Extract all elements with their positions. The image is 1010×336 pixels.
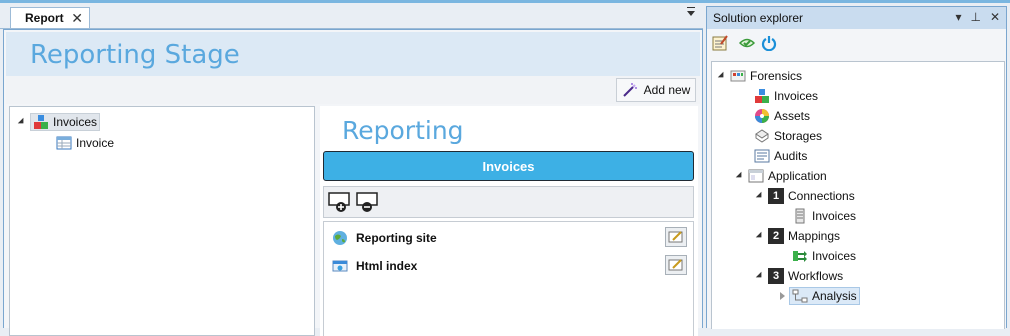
expanded-arrow-icon[interactable] bbox=[735, 171, 745, 181]
add-new-label: Add new bbox=[643, 83, 691, 97]
globe-icon bbox=[333, 231, 347, 245]
tab-list-dropdown-icon[interactable] bbox=[687, 7, 695, 16]
magic-wand-icon bbox=[622, 83, 637, 97]
eye-check-icon[interactable] bbox=[739, 35, 755, 51]
expanded-arrow-icon[interactable] bbox=[755, 271, 765, 281]
tree-node-label: Invoices bbox=[812, 209, 857, 223]
tab-report-label: Report bbox=[25, 11, 64, 25]
solution-tree[interactable]: Forensics Invoices Assets Storages Audit… bbox=[711, 61, 1005, 329]
tree-node-label: Forensics bbox=[750, 69, 803, 83]
panel-menu-icon[interactable]: ▾ bbox=[955, 10, 961, 24]
remove-output-icon[interactable] bbox=[356, 191, 380, 213]
tree-node-label: Invoices bbox=[53, 115, 98, 129]
power-icon[interactable] bbox=[761, 35, 777, 51]
tree-node-invoices[interactable]: Invoices bbox=[754, 87, 818, 105]
tree-node-mappings-invoices[interactable]: Invoices bbox=[792, 247, 856, 265]
list-item-label: Reporting site bbox=[356, 231, 437, 245]
tab-report[interactable]: Report ✕ bbox=[10, 7, 90, 28]
storage-icon bbox=[755, 129, 769, 143]
tree-node-label: Audits bbox=[774, 149, 808, 163]
stage-header: Reporting Stage bbox=[6, 32, 700, 76]
document-tabstrip: Report ✕ bbox=[0, 3, 703, 29]
section-title: Reporting bbox=[342, 116, 464, 145]
expanded-arrow-icon[interactable] bbox=[755, 231, 765, 241]
step-number-badge: 2 bbox=[768, 228, 784, 244]
solution-explorer-toolbar bbox=[707, 29, 1006, 59]
expanded-arrow-icon[interactable] bbox=[717, 71, 727, 81]
tree-node-label: Mappings bbox=[788, 229, 841, 243]
tree-node-connections[interactable]: 1 Connections bbox=[755, 187, 855, 205]
edit-button[interactable] bbox=[665, 227, 687, 247]
selected-item-bar[interactable]: Invoices bbox=[323, 151, 694, 181]
page-title: Reporting Stage bbox=[30, 40, 240, 70]
expanded-arrow-icon[interactable] bbox=[17, 117, 27, 127]
list-toolbar bbox=[323, 186, 694, 218]
reports-tree[interactable]: Invoices Invoice bbox=[9, 106, 315, 336]
tree-node-forensics[interactable]: Forensics bbox=[717, 67, 803, 85]
tree-node-application[interactable]: Application bbox=[735, 167, 827, 185]
list-item-label: Html index bbox=[356, 259, 418, 273]
tree-node-invoices[interactable]: Invoices bbox=[17, 113, 101, 131]
tree-node-label: Analysis bbox=[812, 289, 857, 303]
tree-node-label: Workflows bbox=[788, 269, 844, 283]
solution-explorer-panel: Solution explorer ▾ ⊥ ✕ Forensics Invoic… bbox=[706, 6, 1007, 329]
properties-icon[interactable] bbox=[712, 35, 728, 51]
table-icon bbox=[56, 136, 72, 150]
tree-node-mappings[interactable]: 2 Mappings bbox=[755, 227, 841, 245]
pin-icon[interactable]: ⊥ bbox=[970, 10, 980, 24]
panel-title: Solution explorer bbox=[713, 11, 804, 25]
expanded-arrow-icon[interactable] bbox=[755, 191, 765, 201]
output-list: Reporting site Html index bbox=[323, 221, 694, 336]
audit-log-icon bbox=[754, 149, 770, 163]
tree-node-invoices-selection[interactable]: Invoices bbox=[30, 113, 101, 131]
tree-node-audits[interactable]: Audits bbox=[754, 147, 807, 165]
tree-node-assets[interactable]: Assets bbox=[754, 107, 810, 125]
tree-node-label: Invoices bbox=[812, 249, 857, 263]
add-new-button[interactable]: Add new bbox=[616, 78, 696, 102]
step-number-badge: 1 bbox=[768, 188, 784, 204]
workflow-icon bbox=[792, 289, 808, 303]
stage-toolbar: Add new bbox=[6, 76, 700, 104]
tree-node-label: Assets bbox=[774, 109, 811, 123]
tree-node-storages[interactable]: Storages bbox=[754, 127, 822, 145]
tree-node-analysis[interactable]: Analysis bbox=[780, 287, 860, 305]
collapsed-arrow-icon[interactable] bbox=[780, 292, 785, 300]
report-document: Reporting Stage Add new Invoices Invoice… bbox=[3, 29, 703, 336]
html-page-icon bbox=[332, 260, 348, 272]
mapping-arrows-icon bbox=[793, 251, 807, 262]
tree-node-label: Application bbox=[768, 169, 827, 183]
tree-node-analysis-selection[interactable]: Analysis bbox=[789, 287, 860, 305]
tree-node-invoice[interactable]: Invoice bbox=[56, 134, 114, 152]
tree-node-label: Invoice bbox=[76, 136, 115, 150]
tree-node-workflows[interactable]: 3 Workflows bbox=[755, 267, 844, 285]
tree-node-label: Storages bbox=[774, 129, 823, 143]
close-icon[interactable]: ✕ bbox=[71, 10, 83, 27]
solution-explorer-titlebar: Solution explorer ▾ ⊥ ✕ bbox=[707, 7, 1006, 29]
reporting-panel: Reporting Invoices Reporting site Html i… bbox=[320, 106, 698, 336]
list-item-html-index[interactable]: Html index bbox=[332, 255, 687, 277]
edit-icon bbox=[668, 259, 683, 271]
list-item-reporting-site[interactable]: Reporting site bbox=[332, 227, 687, 249]
edit-icon bbox=[668, 231, 683, 243]
tree-node-label: Connections bbox=[788, 189, 855, 203]
colored-blocks-icon bbox=[755, 89, 769, 103]
edit-button[interactable] bbox=[665, 255, 687, 275]
tree-node-connections-invoices[interactable]: Invoices bbox=[792, 207, 856, 225]
add-output-icon[interactable] bbox=[328, 191, 352, 213]
solution-icon bbox=[730, 70, 746, 82]
database-server-icon bbox=[795, 208, 805, 224]
close-icon[interactable]: ✕ bbox=[990, 10, 1000, 24]
colored-blocks-icon bbox=[34, 115, 48, 129]
color-wheel-icon bbox=[755, 109, 769, 123]
application-window-icon bbox=[748, 169, 764, 183]
step-number-badge: 3 bbox=[768, 268, 784, 284]
tree-node-label: Invoices bbox=[774, 89, 819, 103]
